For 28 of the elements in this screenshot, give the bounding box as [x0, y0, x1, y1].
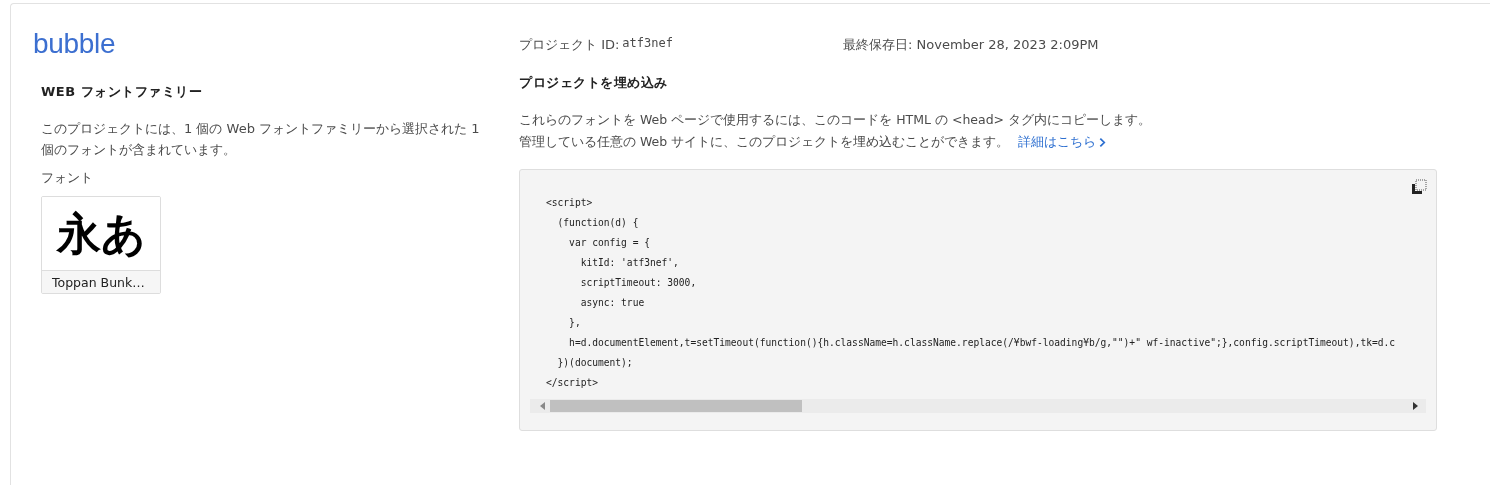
description-line: 管理している任意の Web サイトに、このプロジェクトを埋め込むことができます。 [519, 133, 1010, 151]
chevron-icon [1099, 136, 1107, 148]
horizontal-scrollbar[interactable] [530, 399, 1426, 413]
section-heading: プロジェクトを埋め込み [519, 74, 669, 92]
fonts-label: フォント [41, 169, 93, 187]
code-line: kitId: 'atf3nef', [579, 256, 679, 270]
code-line: scriptTimeout: 3000, [579, 276, 697, 290]
copy-icon[interactable] [1411, 179, 1427, 195]
code-line: (function(d) { [556, 216, 639, 230]
font-card[interactable]: 永あ Toppan Bunk… [41, 196, 161, 294]
last-saved-date: 最終保存日: November 28, 2023 2:09PM [843, 36, 1099, 52]
section-heading: WEB フォントファミリー [41, 83, 203, 101]
code-line: })(document); [556, 356, 633, 370]
font-name: Toppan Bunk… [42, 270, 160, 293]
project-id-label: プロジェクト ID: [519, 36, 620, 52]
code-line: <script> [546, 196, 593, 210]
project-id-value: atf3nef [622, 36, 673, 52]
code-line: }, [568, 316, 581, 330]
code-line: async: true [579, 296, 645, 310]
description: このプロジェクトには、1 個の Web フォントファミリーから選択された 1 個のフォントが含まれています。 [41, 120, 481, 159]
logo[interactable]: bubble [33, 28, 116, 64]
code-line: var config = { [568, 236, 650, 250]
scroll-left-icon[interactable] [540, 402, 546, 410]
description-line: これらのフォントを Web ページで使用するには、このコードを HTML の <head> タグ内にコピーします。 [519, 111, 1153, 129]
scroll-right-icon[interactable] [1412, 402, 1418, 410]
code-line: h=d.documentElement,t=setTimeout(function(){h.className=h.className.replace(/¥bwf-loading¥b/g,"")+" wf-inactive";},config.scriptTimeout),tk=d.c [568, 336, 1396, 350]
details-link[interactable]: 詳細はこちら [1018, 131, 1107, 153]
code-line: </script> [546, 376, 598, 390]
